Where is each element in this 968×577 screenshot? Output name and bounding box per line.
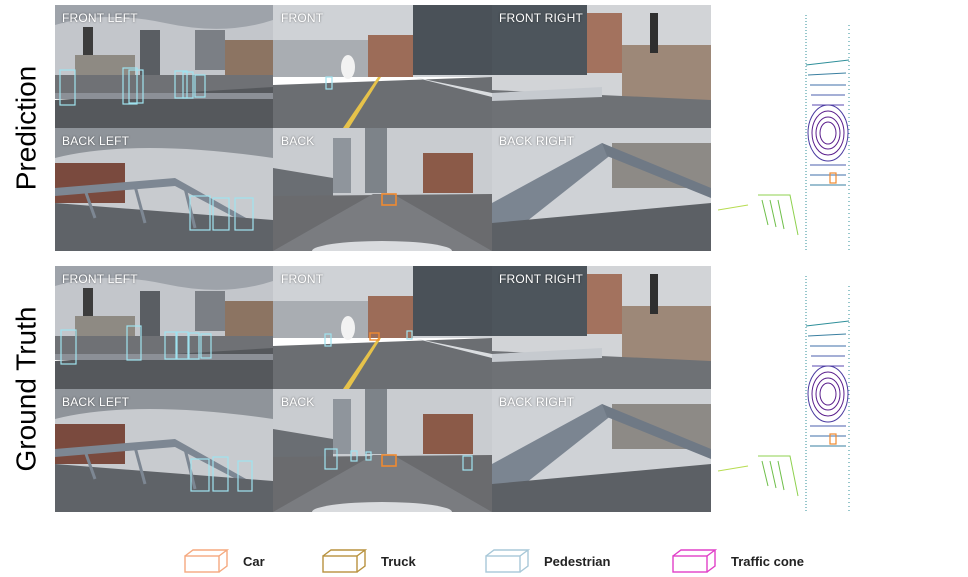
detection-boxes bbox=[60, 325, 212, 365]
camera-view-back-left: BACK LEFT bbox=[55, 389, 273, 512]
legend-label-truck: Truck bbox=[381, 553, 416, 569]
legend: Car Truck Pedestrian Traffic cone bbox=[0, 546, 968, 576]
camera-view-front-right: FRONT RIGHT bbox=[492, 5, 711, 128]
camera-view-front: FRONT bbox=[273, 266, 492, 389]
camera-label: FRONT RIGHT bbox=[499, 272, 583, 286]
camera-label: BACK RIGHT bbox=[499, 395, 575, 409]
detection-boxes bbox=[381, 193, 397, 206]
legend-label-pedestrian: Pedestrian bbox=[544, 553, 611, 569]
legend-item-pedestrian: Pedestrian bbox=[484, 546, 610, 576]
detection-boxes bbox=[189, 195, 254, 231]
legend-item-car: Car bbox=[183, 546, 265, 576]
truck-box-icon bbox=[322, 549, 367, 573]
detection-boxes bbox=[190, 456, 253, 492]
camera-view-back-right: BACK RIGHT bbox=[492, 128, 711, 251]
camera-view-back-left: BACK LEFT bbox=[55, 128, 273, 251]
camera-view-front-right: FRONT RIGHT bbox=[492, 266, 711, 389]
detection-boxes bbox=[59, 67, 206, 106]
prediction-camera-grid: FRONT LEFT FRONT FRONT RIGHT BACK LEFT B… bbox=[55, 5, 711, 251]
pedestrian-box-icon bbox=[485, 549, 530, 573]
camera-view-back: BACK bbox=[273, 128, 492, 251]
lidar-bev-prediction bbox=[717, 5, 948, 251]
row-label-prediction: Prediction bbox=[0, 5, 52, 251]
row-label-prediction-text: Prediction bbox=[10, 65, 42, 191]
row-label-ground-truth: Ground Truth bbox=[0, 266, 52, 512]
traffic-cone-box-icon bbox=[672, 549, 717, 573]
car-box-icon bbox=[184, 549, 229, 573]
camera-view-front: FRONT bbox=[273, 5, 492, 128]
detection-boxes bbox=[325, 76, 333, 90]
legend-item-traffic-cone: Traffic cone bbox=[671, 546, 804, 576]
detection-boxes bbox=[324, 330, 413, 347]
ground-truth-camera-grid: FRONT LEFT FRONT FRONT RIGHT BACK LEFT B… bbox=[55, 266, 711, 512]
camera-label: BACK RIGHT bbox=[499, 134, 575, 148]
legend-item-truck: Truck bbox=[321, 546, 416, 576]
legend-label-car: Car bbox=[243, 553, 265, 569]
row-label-ground-truth-text: Ground Truth bbox=[10, 306, 42, 472]
camera-view-back-right: BACK RIGHT bbox=[492, 389, 711, 512]
camera-view-front-left: FRONT LEFT bbox=[55, 266, 273, 389]
camera-view-front-left: FRONT LEFT bbox=[55, 5, 273, 128]
camera-label: FRONT RIGHT bbox=[499, 11, 583, 25]
detection-boxes bbox=[324, 448, 473, 471]
lidar-bev-ground-truth bbox=[717, 266, 948, 512]
legend-label-traffic-cone: Traffic cone bbox=[731, 553, 804, 569]
camera-view-back: BACK bbox=[273, 389, 492, 512]
